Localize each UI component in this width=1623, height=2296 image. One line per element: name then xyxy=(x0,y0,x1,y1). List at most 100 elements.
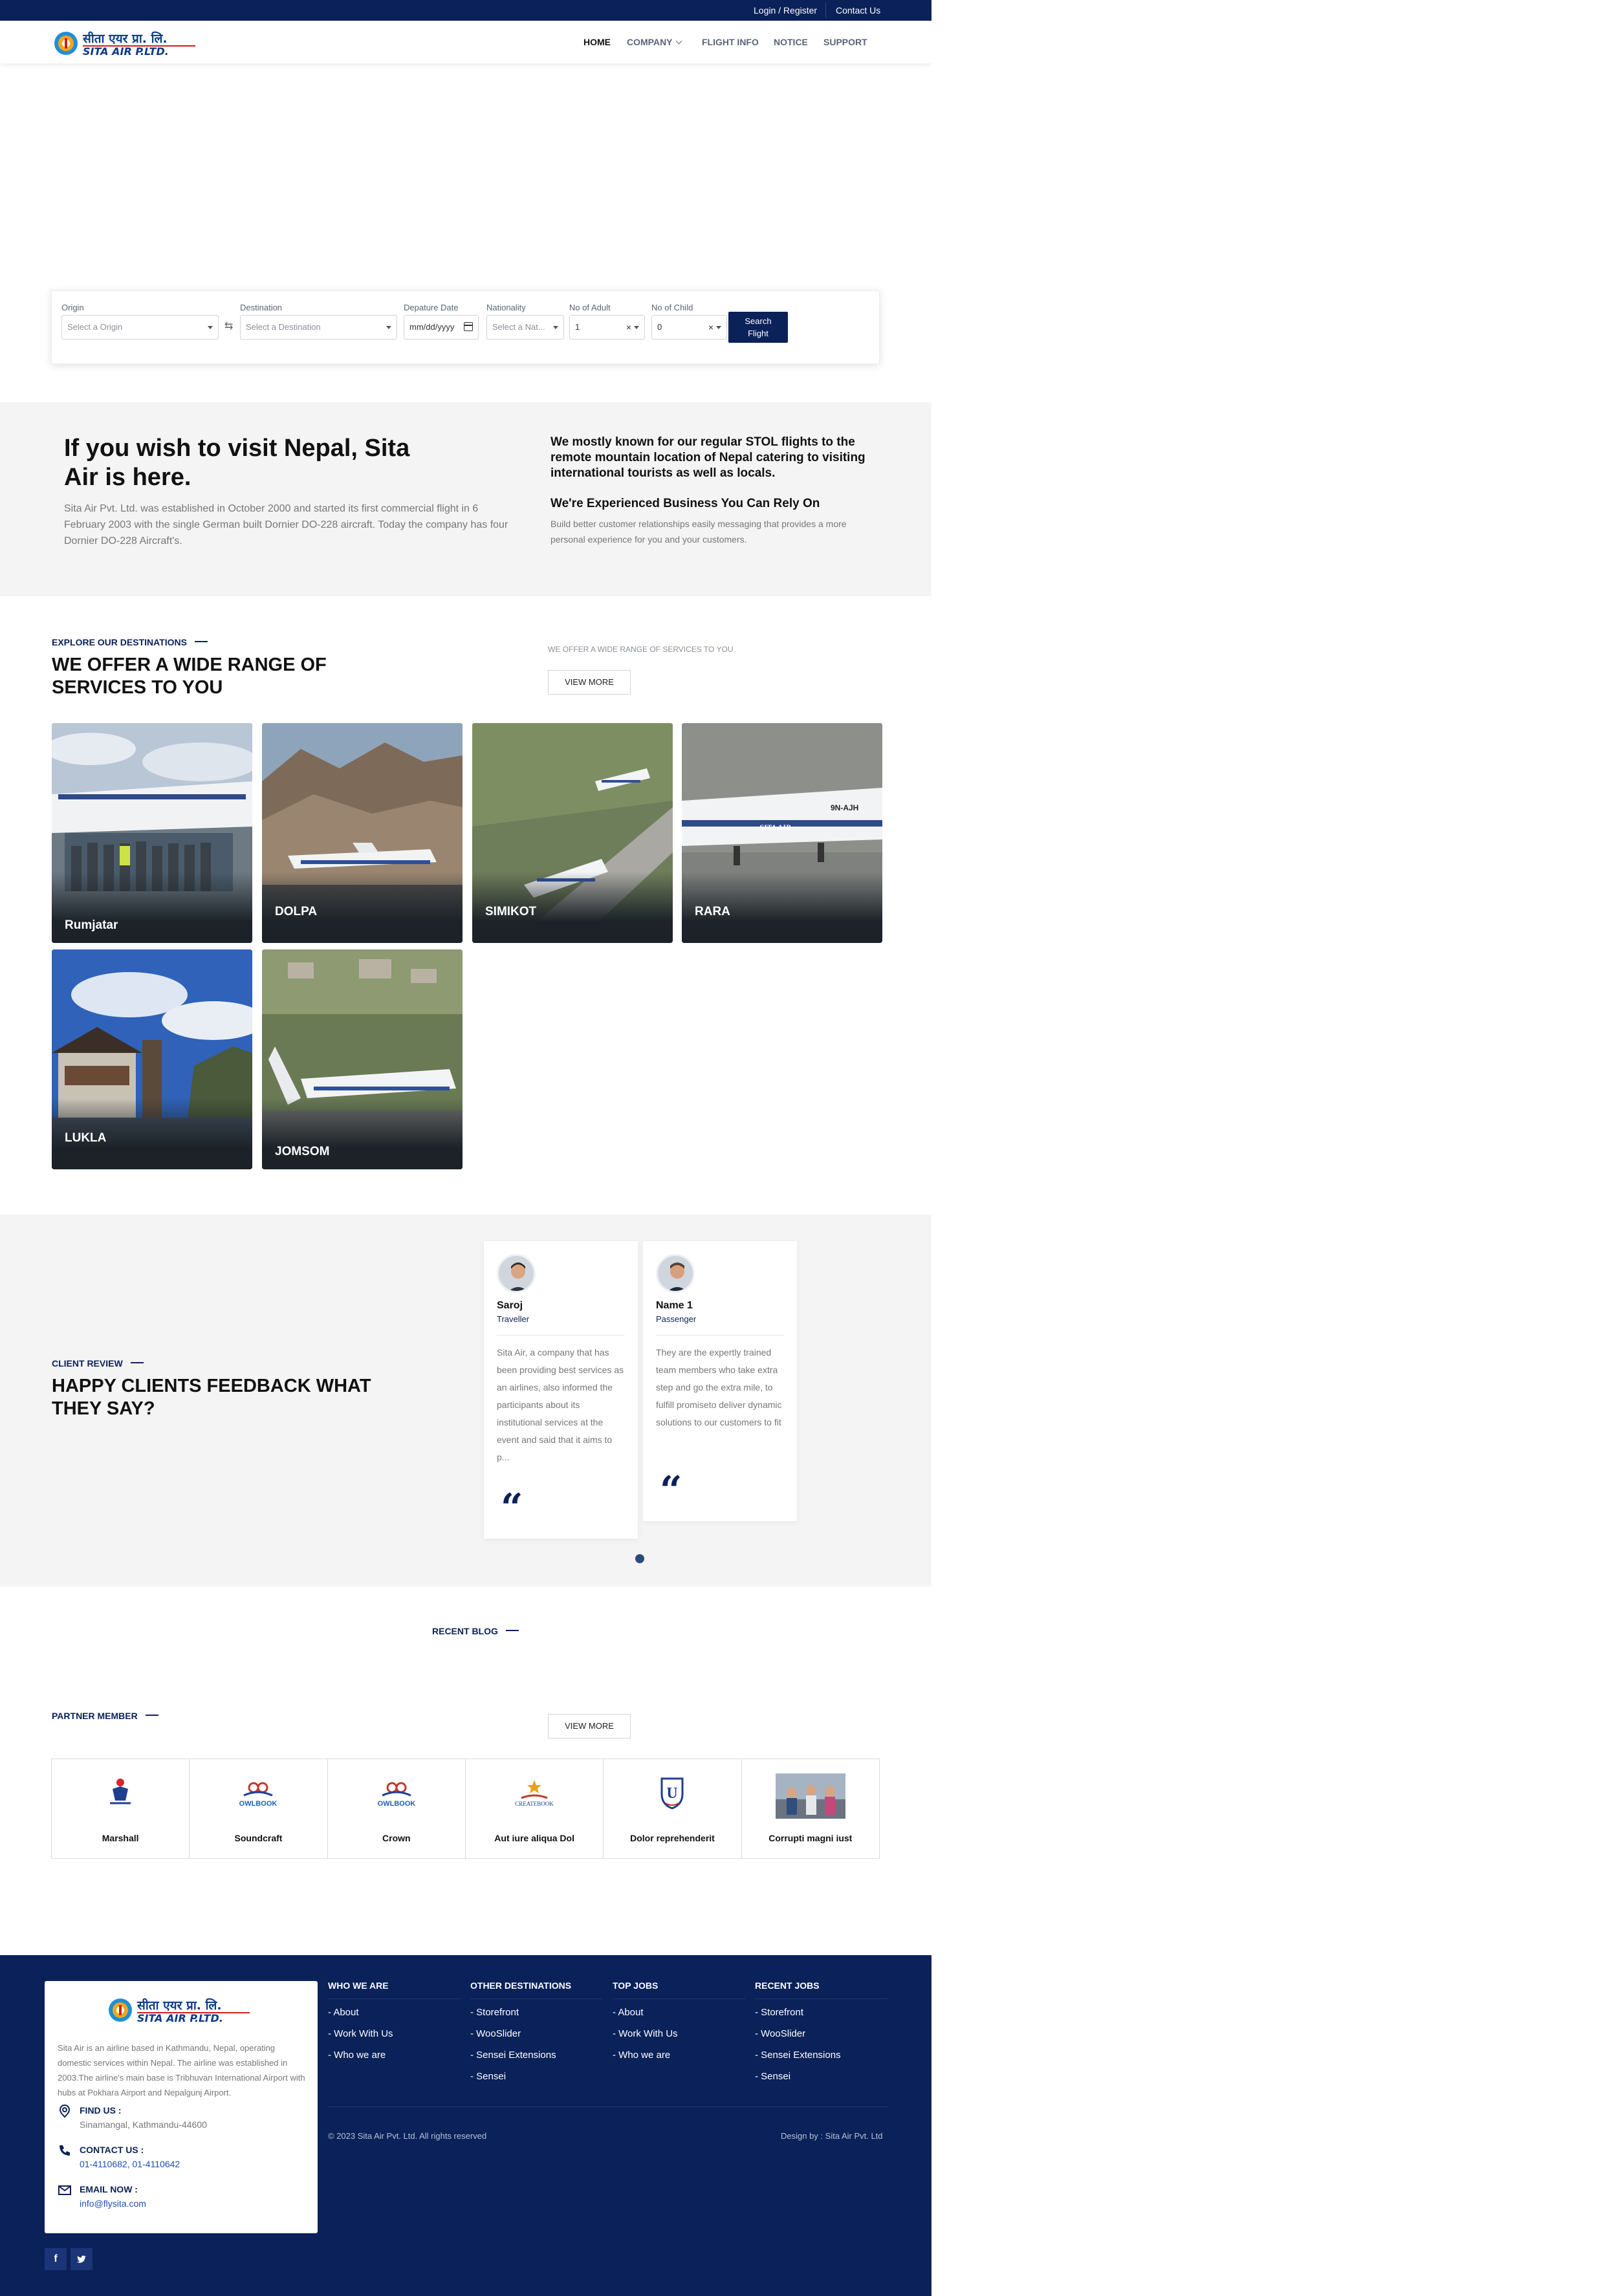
svg-text:SITA AIR P.LTD.: SITA AIR P.LTD. xyxy=(137,2012,223,2024)
nationality-label: Nationality xyxy=(486,303,526,312)
owlbook-logo: OWLBOOK xyxy=(377,1782,415,1808)
destination-name: Rumjatar xyxy=(65,918,118,932)
twitter-icon[interactable] xyxy=(71,2248,93,2270)
about-right-paragraph: Build better customer relationships easi… xyxy=(550,519,847,545)
destination-name: RARA xyxy=(695,905,730,918)
divider xyxy=(755,1998,888,1999)
avatar xyxy=(656,1254,695,1293)
email-value[interactable]: info@flysita.com xyxy=(80,2198,146,2209)
blog-kicker: RECENT BLOG xyxy=(432,1626,519,1636)
child-select[interactable]: 0 × xyxy=(651,315,727,340)
svg-text:सीता एयर प्रा. लि.: सीता एयर प्रा. लि. xyxy=(136,1998,222,2013)
partner-name: Corrupti magni iust xyxy=(768,1833,853,1843)
destinations-view-more-button[interactable]: VIEW MORE xyxy=(548,670,631,695)
footer-link[interactable]: - WooSlider xyxy=(755,2028,805,2039)
nav-company[interactable]: COMPANY xyxy=(627,37,682,47)
contact-us-value[interactable]: 01-4110682, 01-4110642 xyxy=(80,2159,180,2169)
footer-link[interactable]: - Work With Us xyxy=(328,2028,393,2039)
destinations-heading: WE OFFER A WIDE RANGE OF SERVICES TO YOU xyxy=(52,655,327,698)
divider xyxy=(656,1335,784,1336)
destination-card-dolpa[interactable]: DOLPA xyxy=(262,723,463,943)
destination-card-rara[interactable]: 9N-AJH SITA AIR RARA xyxy=(682,723,882,943)
footer-link[interactable]: - Sensei Extensions xyxy=(470,2050,556,2061)
find-us-label: FIND US : xyxy=(80,2105,122,2116)
client-review-section: CLIENT REVIEW HAPPY CLIENTS FEEDBACK WHA… xyxy=(0,1215,931,1587)
design-by: Design by : Sita Air Pvt. Ltd xyxy=(781,2131,883,2141)
partner-name: Aut iure aliqua Dol xyxy=(494,1833,574,1843)
partners-view-more-button[interactable]: VIEW MORE xyxy=(548,1714,631,1738)
flight-search-form: Origin Select a Origin ⇆ Destination Sel… xyxy=(51,290,880,364)
carousel-dot[interactable] xyxy=(635,1554,644,1563)
destinations-kicker: EXPLORE OUR DESTINATIONS xyxy=(52,637,208,647)
nav-support[interactable]: SUPPORT xyxy=(823,37,867,47)
sita-air-logo[interactable]: सीता एयर प्रा. लि. SITA AIR P.LTD. xyxy=(52,27,201,60)
footer-link[interactable]: - Who we are xyxy=(328,2050,386,2061)
date-label: Depature Date xyxy=(404,303,459,312)
child-label: No of Child xyxy=(651,303,693,312)
divider xyxy=(613,1998,745,1999)
about-section: If you wish to visit Nepal, Sita Air is … xyxy=(0,402,931,596)
review-text: Sita Air, a company that has been provid… xyxy=(497,1347,624,1462)
about-heading: If you wish to visit Nepal, Sita Air is … xyxy=(64,435,410,491)
contact-us-link[interactable]: Contact Us xyxy=(836,0,880,21)
partner-item[interactable]: Marshall xyxy=(52,1759,190,1858)
clear-icon[interactable]: × xyxy=(708,316,713,339)
login-register-link[interactable]: Login / Register xyxy=(754,0,817,21)
review-kicker: CLIENT REVIEW xyxy=(52,1358,144,1369)
divider xyxy=(328,1998,461,1999)
destination-select[interactable]: Select a Destination xyxy=(240,315,397,340)
destination-card-jomsom[interactable]: JOMSOM xyxy=(262,949,463,1169)
university-shield-logo: U xyxy=(660,1777,684,1810)
nav-notice[interactable]: NOTICE xyxy=(774,37,808,47)
footer-link[interactable]: - WooSlider xyxy=(470,2028,521,2039)
footer-link[interactable]: - Storefront xyxy=(755,2007,803,2018)
footer-link[interactable]: - Sensei xyxy=(470,2071,506,2082)
reviewer-name: Name 1 xyxy=(656,1300,693,1311)
nationality-select[interactable]: Select a Nat... xyxy=(486,315,564,340)
adult-select[interactable]: 1 × xyxy=(569,315,645,340)
footer-link[interactable]: - About xyxy=(328,2007,359,2018)
footer-link[interactable]: - Storefront xyxy=(470,2007,519,2018)
partner-item[interactable]: U Dolor reprehenderit xyxy=(604,1759,742,1858)
footer-logo[interactable]: सीता एयर प्रा. लि. SITA AIR P.LTD. xyxy=(106,1994,255,2026)
nav-flight-info[interactable]: FLIGHT INFO xyxy=(702,37,759,47)
footer-link[interactable]: - About xyxy=(613,2007,644,2018)
destinations-side-text: WE OFFER A WIDE RANGE OF SERVICES TO YOU xyxy=(548,645,734,654)
partner-item[interactable]: OWLBOOK Soundcraft xyxy=(190,1759,328,1858)
footer-col-heading: WHO WE ARE xyxy=(328,1980,389,1991)
footer-link[interactable]: - Sensei Extensions xyxy=(755,2050,841,2061)
clear-icon[interactable]: × xyxy=(626,316,631,339)
phone-icon xyxy=(60,2145,70,2156)
calendar-icon[interactable] xyxy=(464,322,473,331)
footer-link[interactable]: - Who we are xyxy=(613,2050,670,2061)
destination-label: Destination xyxy=(240,303,283,312)
partner-name: Dolor reprehenderit xyxy=(630,1833,715,1843)
chevron-down-icon xyxy=(675,38,682,45)
footer-col-heading: RECENT JOBS xyxy=(755,1980,820,1991)
owlbook-logo-text: OWLBOOK xyxy=(239,1800,278,1808)
caret-down-icon xyxy=(553,326,558,329)
destination-card-rumjatar[interactable]: Rumjatar xyxy=(52,723,252,943)
destination-placeholder: Select a Destination xyxy=(246,322,321,332)
departure-date-input[interactable]: mm/dd/yyyy xyxy=(404,315,479,340)
footer-link[interactable]: - Work With Us xyxy=(613,2028,678,2039)
facebook-icon[interactable]: f xyxy=(45,2248,67,2270)
partner-item[interactable]: CREATEBOOK Aut iure aliqua Dol xyxy=(466,1759,604,1858)
destination-card-simikot[interactable]: SIMIKOT xyxy=(472,723,673,943)
partner-item[interactable]: OWLBOOK Crown xyxy=(328,1759,466,1858)
partner-name: Crown xyxy=(382,1833,411,1843)
main-header: सीता एयर प्रा. लि. SITA AIR P.LTD. HOME … xyxy=(0,21,931,63)
search-flight-button[interactable]: Search Flight xyxy=(728,312,788,343)
destination-card-lukla[interactable]: LUKLA xyxy=(52,949,252,1169)
footer-link[interactable]: - Sensei xyxy=(755,2071,790,2082)
topbar-divider xyxy=(825,3,826,18)
footer-col-heading: OTHER DESTINATIONS xyxy=(470,1980,572,1991)
destination-name: SIMIKOT xyxy=(485,905,537,918)
nav-home[interactable]: HOME xyxy=(583,37,611,47)
swap-icon[interactable]: ⇆ xyxy=(224,319,233,332)
partner-item[interactable]: Corrupti magni iust xyxy=(742,1759,879,1858)
svg-text:सीता एयर प्रा. लि.: सीता एयर प्रा. लि. xyxy=(82,31,168,46)
divider xyxy=(497,1335,625,1336)
destination-name: LUKLA xyxy=(65,1131,107,1145)
origin-select[interactable]: Select a Origin xyxy=(61,315,219,340)
